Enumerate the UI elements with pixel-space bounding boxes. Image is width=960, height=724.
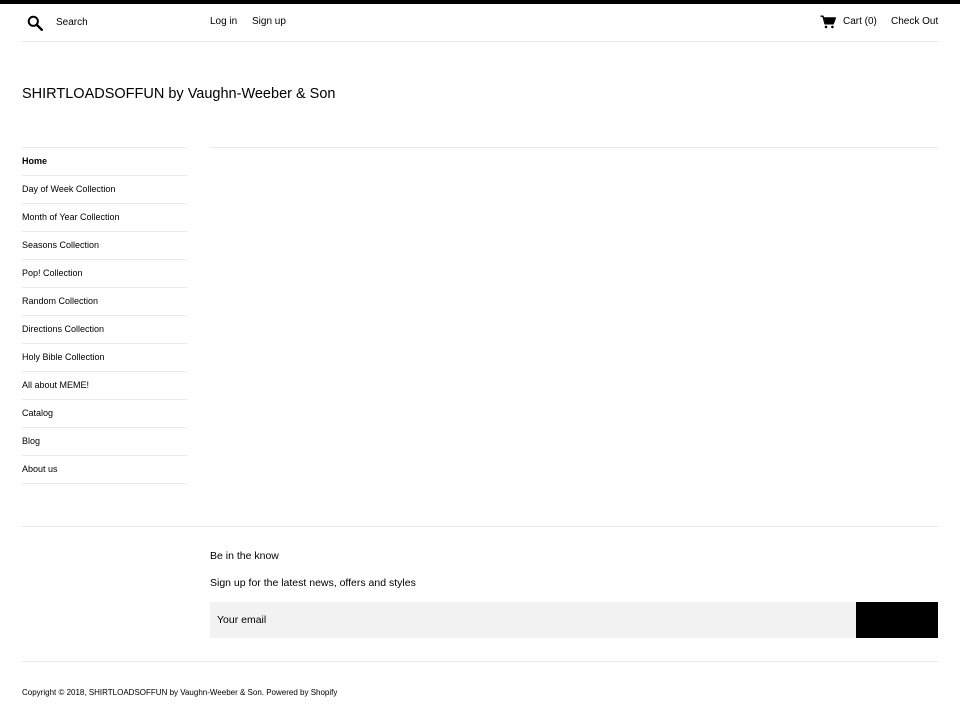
sidebar-item-directions-collection[interactable]: Directions Collection — [22, 316, 187, 344]
newsletter-description: Sign up for the latest news, offers and … — [210, 577, 416, 589]
checkout-link[interactable]: Check Out — [891, 16, 938, 27]
sidebar-item-catalog[interactable]: Catalog — [22, 400, 187, 428]
cart-link[interactable]: Cart (0) — [843, 16, 877, 27]
main-content-divider — [210, 147, 938, 148]
subscribe-button[interactable] — [856, 602, 938, 638]
site-header: Log in Sign up Cart (0) Check Out — [22, 4, 938, 42]
copyright-text: Copyright © 2018, SHIRTLOADSOFFUN by Vau… — [22, 688, 338, 697]
search-icon[interactable] — [27, 15, 43, 31]
sidebar-item-month-of-year-collection[interactable]: Month of Year Collection — [22, 204, 187, 232]
sidebar-item-all-about-meme[interactable]: All about MEME! — [22, 372, 187, 400]
sidebar-item-about-us[interactable]: About us — [22, 456, 187, 484]
site-title[interactable]: SHIRTLOADSOFFUN by Vaughn-Weeber & Son — [22, 86, 336, 102]
sidebar-item-holy-bible-collection[interactable]: Holy Bible Collection — [22, 344, 187, 372]
sidebar-item-pop-collection[interactable]: Pop! Collection — [22, 260, 187, 288]
sidebar-nav: Home Day of Week Collection Month of Yea… — [22, 147, 187, 484]
newsletter-email-input[interactable] — [210, 602, 856, 638]
sidebar-item-home[interactable]: Home — [22, 148, 187, 176]
sidebar-item-random-collection[interactable]: Random Collection — [22, 288, 187, 316]
newsletter-heading: Be in the know — [210, 550, 279, 562]
footer-divider-bottom — [22, 661, 938, 662]
footer-divider-top — [22, 526, 938, 527]
sidebar-item-seasons-collection[interactable]: Seasons Collection — [22, 232, 187, 260]
search-input[interactable] — [52, 12, 210, 32]
signup-link[interactable]: Sign up — [252, 16, 286, 27]
login-link[interactable]: Log in — [210, 16, 237, 27]
cart-icon[interactable] — [820, 15, 836, 29]
sidebar-item-blog[interactable]: Blog — [22, 428, 187, 456]
sidebar-item-day-of-week-collection[interactable]: Day of Week Collection — [22, 176, 187, 204]
